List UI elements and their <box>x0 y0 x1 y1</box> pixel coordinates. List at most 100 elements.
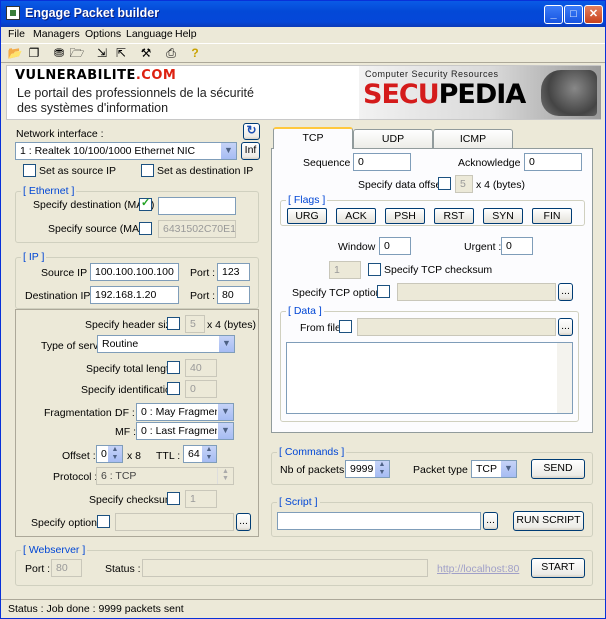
script-path-input[interactable] <box>277 512 481 530</box>
ip-options-input[interactable] <box>115 513 234 531</box>
ip-options-label: Specify options <box>31 517 103 529</box>
maximize-button[interactable]: □ <box>564 5 583 24</box>
tcp-checksum-input[interactable]: 1 <box>329 261 361 279</box>
source-port-input[interactable]: 123 <box>217 263 250 281</box>
import-icon[interactable]: ⇲ <box>94 46 110 61</box>
help-icon[interactable]: ? <box>187 46 203 61</box>
tcp-options-input[interactable] <box>397 283 556 301</box>
fragmentation-label: Fragmentation : <box>44 407 118 419</box>
run-script-button[interactable]: RUN SCRIPT <box>513 511 584 531</box>
from-file-checkbox[interactable] <box>339 320 352 333</box>
menu-file[interactable]: File <box>8 28 25 40</box>
sequence-input[interactable]: 0 <box>353 153 411 171</box>
set-destination-checkbox[interactable] <box>141 164 154 177</box>
minimize-button[interactable]: _ <box>544 5 563 24</box>
spinner-icon[interactable]: ▲ ▼ <box>108 446 122 462</box>
nb-packets-label: Nb of packets : <box>280 464 351 476</box>
web-port-input[interactable]: 80 <box>51 559 82 577</box>
data-textarea[interactable] <box>286 342 573 414</box>
ttl-input[interactable]: 64 ▲ ▼ <box>183 445 217 463</box>
spinner-icon[interactable]: ▲ ▼ <box>375 461 389 477</box>
header-size-checkbox[interactable] <box>167 317 180 330</box>
close-button[interactable]: ✕ <box>584 5 603 24</box>
interface-info-button[interactable]: Inf <box>241 142 260 160</box>
data-offset-input[interactable]: 5 <box>455 175 473 193</box>
urgent-label: Urgent : <box>464 241 502 253</box>
frag-offset-input[interactable]: 0 ▲ ▼ <box>96 445 123 463</box>
tcp-options-checkbox[interactable] <box>377 285 390 298</box>
flag-syn-button[interactable]: SYN <box>483 208 523 224</box>
flag-urg-button[interactable]: URG <box>287 208 327 224</box>
flag-psh-button[interactable]: PSH <box>385 208 425 224</box>
export-icon[interactable]: ⇱ <box>113 46 129 61</box>
identification-checkbox[interactable] <box>167 382 180 395</box>
dest-ip-input[interactable]: 192.168.1.20 <box>90 286 179 304</box>
ip-options-checkbox[interactable] <box>97 515 110 528</box>
source-ip-input[interactable]: 100.100.100.100 <box>90 263 179 281</box>
tab-tcp[interactable]: TCP <box>273 127 353 149</box>
identification-input[interactable]: 0 <box>185 380 217 398</box>
localhost-link[interactable]: http://localhost:80 <box>437 563 519 575</box>
chevron-down-icon: ▼ <box>220 143 236 159</box>
send-button[interactable]: SEND <box>531 459 585 479</box>
flags-row: URG ACK PSH RST SYN FIN <box>287 208 577 224</box>
packet-type-select[interactable]: TCP ▼ <box>471 460 517 478</box>
dest-mac-checkbox[interactable] <box>139 196 152 211</box>
acknowledge-label: Acknowledge : <box>458 157 527 169</box>
checksum-checkbox[interactable] <box>167 492 180 505</box>
folder-manager-icon[interactable]: 🗁 <box>69 46 85 61</box>
menu-managers[interactable]: Managers <box>33 28 80 40</box>
tools-icon[interactable]: ⚒ <box>138 46 154 61</box>
refresh-button[interactable]: ↻ <box>243 123 260 140</box>
data-offset-checkbox[interactable] <box>438 177 451 190</box>
dest-port-input[interactable]: 80 <box>217 286 250 304</box>
tcp-options-browse-button[interactable]: ... <box>558 283 573 301</box>
mf-select[interactable]: 0 : Last Fragment ▼ <box>136 422 234 440</box>
scrollbar[interactable] <box>557 343 572 413</box>
robot-image <box>541 70 597 116</box>
header-size-input[interactable]: 5 <box>185 315 205 333</box>
dest-mac-input[interactable] <box>158 197 236 215</box>
set-source-checkbox[interactable] <box>23 164 36 177</box>
checksum-input[interactable]: 1 <box>185 490 217 508</box>
total-length-checkbox[interactable] <box>167 361 180 374</box>
nb-packets-input[interactable]: 9999 ▲ ▼ <box>345 460 390 478</box>
chevron-down-icon: ▼ <box>217 423 233 439</box>
total-length-input[interactable]: 40 <box>185 359 217 377</box>
acknowledge-input[interactable]: 0 <box>524 153 582 171</box>
from-file-input[interactable] <box>357 318 556 336</box>
df-label: DF : <box>115 407 135 419</box>
tcp-checksum-checkbox[interactable] <box>368 263 381 276</box>
start-button[interactable]: START <box>531 558 585 578</box>
ip-title: [ IP ] <box>21 251 47 263</box>
from-file-browse-button[interactable]: ... <box>558 318 573 336</box>
src-mac-checkbox[interactable] <box>139 222 152 235</box>
script-browse-button[interactable]: ... <box>483 512 498 530</box>
menu-options[interactable]: Options <box>85 28 121 40</box>
df-select[interactable]: 0 : May Fragment ▼ <box>136 403 234 421</box>
menu-language[interactable]: Language <box>126 28 173 40</box>
ip-options-browse-button[interactable]: ... <box>236 513 251 531</box>
tos-select[interactable]: Routine ▼ <box>97 335 235 353</box>
flag-rst-button[interactable]: RST <box>434 208 474 224</box>
flag-fin-button[interactable]: FIN <box>532 208 572 224</box>
refresh-icon: ↻ <box>246 123 257 137</box>
tab-udp[interactable]: UDP <box>353 129 433 149</box>
print-icon[interactable]: ⎙ <box>163 46 179 61</box>
tab-icmp[interactable]: ICMP <box>433 129 513 149</box>
open-folder-icon[interactable]: 📂 <box>7 46 23 61</box>
protocol-select[interactable]: 6 : TCP ▲ ▼ <box>96 467 234 485</box>
copy-icon[interactable]: ❐ <box>26 46 42 61</box>
flag-ack-button[interactable]: ACK <box>336 208 376 224</box>
urgent-input[interactable]: 0 <box>501 237 533 255</box>
advertising-banner[interactable]: VULNERABILITE.COM Le portail des profess… <box>6 65 601 120</box>
window-input[interactable]: 0 <box>379 237 411 255</box>
network-interface-select[interactable]: 1 : Realtek 10/100/1000 Ethernet NIC ▼ <box>15 142 237 160</box>
spinner-icon[interactable]: ▲ ▼ <box>202 446 216 462</box>
menu-help[interactable]: Help <box>175 28 197 40</box>
network-manager-icon[interactable]: ⛃ <box>51 46 67 61</box>
src-mac-input[interactable]: 6431502C70E1 <box>158 220 236 238</box>
title-bar[interactable]: Engage Packet builder _ □ ✕ <box>1 1 605 27</box>
protocol-label: Protocol : <box>53 471 98 483</box>
app-window: Engage Packet builder _ □ ✕ File Manager… <box>0 0 606 619</box>
